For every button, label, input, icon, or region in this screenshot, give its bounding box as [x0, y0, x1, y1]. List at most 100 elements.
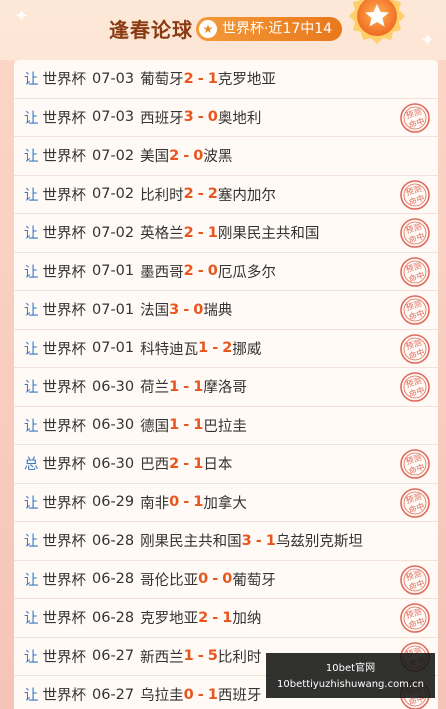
home-score: 3	[169, 301, 180, 318]
home-team: 西班牙	[140, 110, 184, 127]
match-row[interactable]: 让世界杯 07-02 美国 2-0 波黑	[14, 137, 438, 176]
home-team: 哥伦比亚	[140, 572, 199, 589]
match-row[interactable]: 让世界杯 06-28 克罗地亚 2-1 加纳 预测 命中	[14, 599, 438, 638]
away-score: 2	[207, 186, 218, 203]
left-decoration	[0, 60, 14, 709]
score-separator: -	[197, 224, 204, 241]
home-score: 1	[169, 378, 180, 395]
match-row[interactable]: 让世界杯 07-03 葡萄牙 2-1 克罗地亚	[14, 60, 438, 99]
match-date: 06-27	[92, 648, 135, 665]
away-score: 1	[193, 455, 204, 472]
home-team: 乌拉圭	[140, 688, 184, 705]
score-separator: -	[212, 571, 219, 588]
bet-type-tag: 让	[24, 110, 39, 127]
prediction-hit-stamp-icon: 预测命中	[400, 603, 430, 633]
match-row[interactable]: 让世界杯 06-30 荷兰 1-1 摩洛哥 预测 命中	[14, 368, 438, 407]
sparkle-icon: ✦	[420, 30, 436, 51]
match-date: 06-30	[92, 417, 135, 434]
away-score: 2	[222, 340, 233, 357]
home-team: 科特迪瓦	[140, 341, 199, 358]
league-name: 世界杯	[42, 649, 87, 666]
away-team: 巴拉圭	[203, 418, 247, 435]
bet-type-tag: 让	[24, 72, 39, 89]
league-name: 世界杯	[42, 534, 87, 551]
away-team: 葡萄牙	[232, 572, 276, 589]
league-name: 世界杯	[42, 611, 87, 628]
match-row[interactable]: 让世界杯 06-30 德国 1-1 巴拉圭	[14, 406, 438, 445]
match-row[interactable]: 让世界杯 06-29 南非 0-1 加拿大 预测 命中	[14, 483, 438, 522]
score-separator: -	[197, 70, 204, 87]
home-team: 南非	[140, 495, 170, 512]
away-team: 塞内加尔	[217, 187, 276, 204]
away-team: 日本	[203, 457, 233, 474]
match-row[interactable]: 总世界杯 06-30 巴西 2-1 日本 预测 命中	[14, 445, 438, 484]
league-name: 世界杯	[42, 380, 87, 397]
away-team: 西班牙	[217, 688, 262, 705]
league-name: 世界杯	[42, 110, 87, 127]
score-separator: -	[197, 686, 204, 703]
sparkle-icon: ✦	[14, 6, 30, 27]
away-team: 瑞典	[203, 303, 233, 320]
match-date: 07-03	[92, 70, 135, 87]
league-name: 世界杯	[42, 418, 87, 435]
match-date: 06-27	[92, 686, 135, 703]
away-score: 1	[265, 532, 276, 549]
score-separator: -	[212, 609, 219, 626]
home-score: 2	[169, 455, 180, 472]
score-separator: -	[183, 455, 190, 472]
home-score: 1	[198, 340, 209, 357]
score-separator: -	[183, 378, 190, 395]
match-row[interactable]: 让世界杯 06-28 哥伦比亚 0-0 葡萄牙 预测 命中	[14, 560, 438, 599]
prediction-hit-stamp-icon: 预测命中	[400, 487, 430, 518]
away-team: 奥地利	[217, 110, 262, 127]
away-score: 0	[207, 263, 218, 280]
match-row[interactable]: 让世界杯 06-28 刚果民主共和国 3-1 乌兹别克斯坦	[14, 522, 438, 561]
record-badge[interactable]: ★ 世界杯·近17中14	[196, 17, 343, 41]
bet-type-tag: 让	[24, 649, 39, 666]
home-score: 3	[241, 532, 252, 549]
league-name: 世界杯	[42, 495, 87, 512]
match-date: 07-03	[92, 109, 135, 126]
away-team: 加纳	[232, 611, 262, 628]
away-score: 1	[193, 417, 204, 434]
match-date: 06-30	[92, 455, 135, 472]
away-score: 0	[207, 109, 218, 126]
home-team: 刚果民主共和国	[140, 534, 242, 551]
score-separator: -	[197, 109, 204, 126]
match-date: 07-02	[92, 186, 135, 203]
away-score: 1	[222, 609, 233, 626]
match-date: 07-01	[92, 301, 135, 318]
prediction-hit-stamp-icon: 预测命中	[400, 218, 430, 248]
score-separator: -	[183, 147, 190, 164]
home-team: 葡萄牙	[140, 72, 184, 89]
match-date: 06-28	[92, 609, 135, 626]
bet-type-tag: 让	[24, 495, 39, 512]
league-name: 世界杯	[42, 72, 87, 89]
bet-type-tag: 让	[24, 611, 39, 628]
match-row[interactable]: 让世界杯 07-03 西班牙 3-0 奥地利 预测 命中	[14, 98, 438, 137]
away-team: 摩洛哥	[203, 380, 247, 397]
match-row[interactable]: 让世界杯 07-02 比利时 2-2 塞内加尔 预测 命中	[14, 175, 438, 214]
watermark: 10bet官网 10bettiyuzhishuwang.com.cn	[266, 653, 435, 698]
home-team: 美国	[140, 149, 170, 166]
match-row[interactable]: 让世界杯 07-01 墨西哥 2-0 厄瓜多尔 预测 命中	[14, 252, 438, 291]
home-team: 比利时	[140, 187, 184, 204]
watermark-line2: 10bettiyuzhishuwang.com.cn	[277, 679, 424, 690]
match-list: 让世界杯 07-03 葡萄牙 2-1 克罗地亚让世界杯 07-03 西班牙 3-0 奥地利 预测命…	[14, 60, 438, 709]
home-score: 0	[198, 571, 209, 588]
prediction-hit-stamp-icon: 预测命中	[400, 179, 430, 210]
match-row[interactable]: 让世界杯 07-02 英格兰 2-1 刚果民主共和国 预测 命中	[14, 214, 438, 253]
home-team: 法国	[140, 303, 170, 320]
bet-type-tag: 让	[24, 418, 39, 435]
score-separator: -	[183, 417, 190, 434]
prediction-hit-stamp-icon: 预测命中	[400, 564, 430, 595]
bet-type-tag: 总	[24, 457, 39, 474]
home-score: 1	[169, 417, 180, 434]
bet-type-tag: 让	[24, 572, 39, 589]
away-team: 克罗地亚	[217, 72, 276, 89]
match-row[interactable]: 让世界杯 07-01 科特迪瓦 1-2 挪威 预测 命中	[14, 329, 438, 368]
match-row[interactable]: 让世界杯 07-01 法国 3-0 瑞典 预测 命中	[14, 291, 438, 330]
home-team: 德国	[140, 418, 170, 435]
bet-type-tag: 让	[24, 226, 39, 243]
home-team: 墨西哥	[140, 264, 184, 281]
